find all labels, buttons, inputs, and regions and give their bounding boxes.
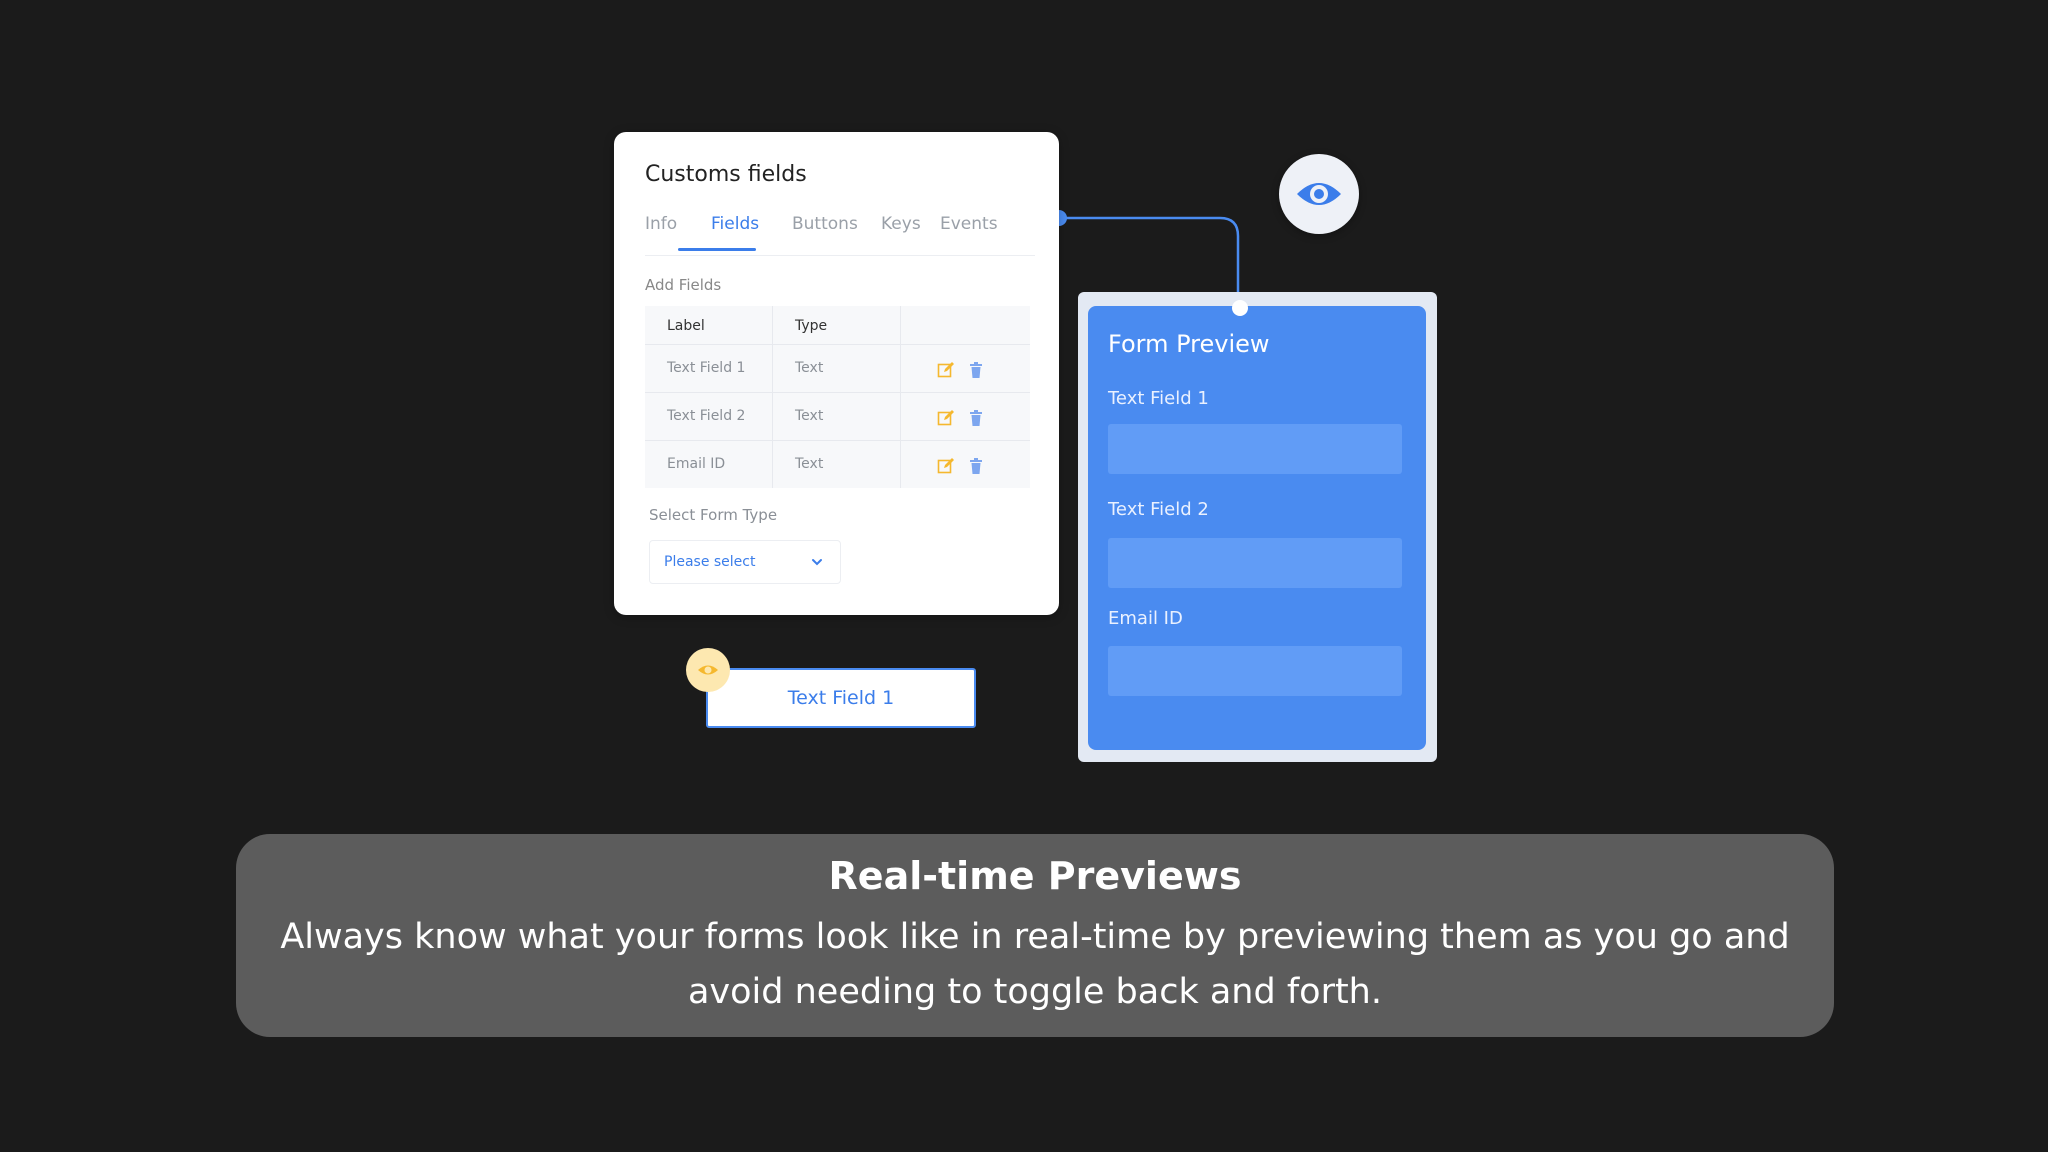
add-fields-label: Add Fields [645,276,722,294]
row-divider [645,440,1030,441]
custom-fields-card: Customs fields Info Fields Buttons Keys … [614,132,1059,615]
header-type: Type [795,318,828,334]
form-preview-title: Form Preview [1108,330,1270,358]
chevron-down-icon [812,559,822,566]
preview-email-input[interactable] [1108,646,1402,696]
form-preview-frame: Form Preview Text Field 1 Text Field 2 E… [1078,292,1437,762]
preview-field-label: Text Field 2 [1108,499,1209,520]
slide: Customs fields Info Fields Buttons Keys … [0,0,2048,1152]
header-label: Label [667,318,705,334]
tab-buttons[interactable]: Buttons [792,214,858,234]
tab-info[interactable]: Info [645,214,677,234]
row-type: Text [795,360,824,376]
edit-icon[interactable] [937,361,955,379]
column-divider [900,306,901,488]
fields-table: Label Type Text Field 1 Text Text Field … [645,306,1030,488]
eye-icon [698,665,718,675]
edit-icon[interactable] [937,457,955,475]
form-preview-panel: Form Preview Text Field 1 Text Field 2 E… [1088,306,1426,750]
row-divider [645,392,1030,393]
preview-field-label: Email ID [1108,608,1183,629]
edit-icon[interactable] [937,409,955,427]
trash-icon[interactable] [967,361,985,379]
column-divider [772,306,773,488]
preview-toggle-button[interactable] [1279,154,1359,234]
eye-icon [1297,183,1341,205]
caption-box: Real-time Previews Always know what your… [236,834,1834,1037]
caption-body: Always know what your forms look like in… [280,917,1790,1012]
card-title: Customs fields [645,162,807,187]
preview-text-field-2-input[interactable] [1108,538,1402,588]
row-label: Text Field 1 [667,360,746,376]
row-label: Email ID [667,456,726,472]
row-type: Text [795,456,824,472]
row-divider [645,344,1030,345]
preview-text-field-1-input[interactable] [1108,424,1402,474]
select-form-type-label: Select Form Type [649,506,778,524]
tab-keys[interactable]: Keys [881,214,921,234]
caption-title: Real-time Previews [828,854,1242,898]
text-field-chip[interactable]: Text Field 1 [706,668,976,728]
chip-label: Text Field 1 [787,687,895,709]
row-type: Text [795,408,824,424]
active-tab-indicator [678,248,756,251]
trash-icon[interactable] [967,409,985,427]
trash-icon[interactable] [967,457,985,475]
tab-fields[interactable]: Fields [711,214,759,234]
chip-eye-badge [686,648,730,692]
select-placeholder: Please select [664,554,756,570]
form-type-select[interactable]: Please select [649,540,841,584]
row-label: Text Field 2 [667,408,746,424]
tab-events[interactable]: Events [940,214,998,234]
preview-field-label: Text Field 1 [1108,388,1209,409]
